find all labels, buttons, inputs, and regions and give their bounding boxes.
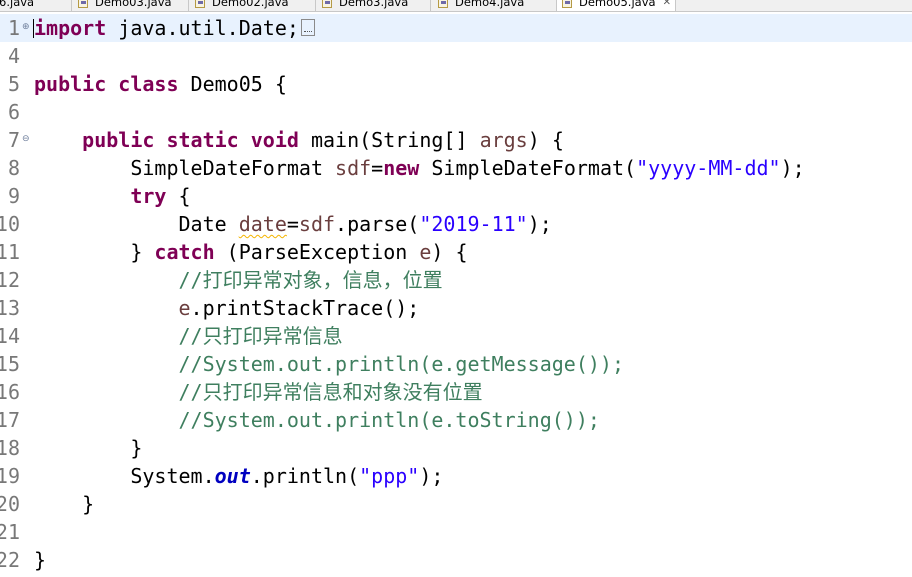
line-number: 20 xyxy=(0,492,20,516)
line-number: 1 xyxy=(7,16,20,40)
line-number: 10 xyxy=(0,212,20,236)
code-line: 8 SimpleDateFormat sdf=new SimpleDateFor… xyxy=(0,154,912,182)
code-line: 18 } xyxy=(0,434,912,462)
code-line: 5 public class Demo05 { xyxy=(0,70,912,98)
line-number: 11 xyxy=(0,240,20,264)
code-line: 12 //打印异常对象，信息，位置 xyxy=(0,266,912,294)
tab-label: Demo05.java xyxy=(579,0,656,9)
code-line: 15 //System.out.println(e.getMessage()); xyxy=(0,350,912,378)
text-caret xyxy=(33,19,34,38)
code-line: 14 //只打印异常信息 xyxy=(0,322,912,350)
tab-label: Demo4.java xyxy=(455,0,525,9)
code-line: 21 xyxy=(0,518,912,546)
tab-demo05-java[interactable]: Demo05.java ✕ xyxy=(556,0,676,11)
code-comment: //System.out.println(e.toString()); xyxy=(34,408,600,432)
tab-label: o6.java xyxy=(0,0,35,9)
java-file-icon xyxy=(195,0,207,8)
tab-demo4-java[interactable]: Demo4.java xyxy=(438,0,524,11)
line-number: 8 xyxy=(7,156,20,180)
line-number: 19 xyxy=(0,464,20,488)
code-line: 13 e.printStackTrace(); xyxy=(0,294,912,322)
tab-label: Demo03.java xyxy=(95,0,172,9)
collapsed-imports-icon[interactable] xyxy=(300,19,315,36)
code-text: System.out.println("ppp"); xyxy=(34,464,444,488)
code-line: 6 xyxy=(0,98,912,126)
code-line: 20 } xyxy=(0,490,912,518)
code-text: } xyxy=(34,492,95,516)
code-text: } xyxy=(34,436,143,460)
code-line: 1 ⊕ import java.util.Date; xyxy=(0,14,912,42)
line-number: 9 xyxy=(7,184,20,208)
code-text: SimpleDateFormat sdf=new SimpleDateForma… xyxy=(34,156,805,180)
tab-demo03-java[interactable]: Demo03.java xyxy=(78,0,172,11)
line-number: 5 xyxy=(7,72,20,96)
tab-separator xyxy=(188,0,189,11)
code-line: 19 System.out.println("ppp"); xyxy=(0,462,912,490)
code-text: import java.util.Date; xyxy=(34,14,315,42)
code-text: public class Demo05 { xyxy=(34,72,287,96)
tab-separator xyxy=(430,0,431,11)
line-number: 6 xyxy=(7,100,20,124)
tab-label: Demo02.java xyxy=(212,0,289,9)
fold-collapse-icon[interactable]: ⊖ xyxy=(22,135,31,144)
tab-o6-java[interactable]: o6.java xyxy=(0,0,34,11)
line-number: 13 xyxy=(0,296,20,320)
line-number: 7 xyxy=(7,128,20,152)
code-line: 10 Date date=sdf.parse("2019-11"); xyxy=(0,210,912,238)
java-file-icon xyxy=(78,0,90,8)
line-number: 21 xyxy=(0,520,20,544)
code-comment: //只打印异常信息 xyxy=(34,324,343,348)
close-icon[interactable]: ✕ xyxy=(663,0,671,8)
code-editor[interactable]: 1 ⊕ import java.util.Date; 4 5 public cl… xyxy=(0,12,912,577)
line-number: 22 xyxy=(0,548,20,572)
code-line: 22 } xyxy=(0,546,912,574)
java-file-icon xyxy=(562,0,574,8)
code-line: 9 try { xyxy=(0,182,912,210)
code-line: 7 ⊖ public static void main(String[] arg… xyxy=(0,126,912,154)
java-file-icon xyxy=(322,0,334,8)
code-comment: //System.out.println(e.getMessage()); xyxy=(34,352,625,376)
fold-expand-icon[interactable]: ⊕ xyxy=(22,23,31,32)
code-text: public static void main(String[] args) { xyxy=(82,128,564,152)
code-comment: //打印异常对象，信息，位置 xyxy=(34,268,443,292)
code-text: } xyxy=(34,548,47,572)
tab-separator xyxy=(71,0,72,11)
code-line: 11 } catch (ParseException e) { xyxy=(0,238,912,266)
tab-label: Demo3.java xyxy=(339,0,409,9)
code-comment: //只打印异常信息和对象没有位置 xyxy=(34,380,483,404)
code-text: Date date=sdf.parse("2019-11"); xyxy=(34,212,552,236)
eclipse-editor-window: o6.java Demo03.java Demo02.java Demo3.ja… xyxy=(0,0,912,577)
line-number: 16 xyxy=(0,380,20,404)
line-number: 18 xyxy=(0,436,20,460)
code-line: 17 //System.out.println(e.toString()); xyxy=(0,406,912,434)
code-line: 16 //只打印异常信息和对象没有位置 xyxy=(0,378,912,406)
unused-variable-warning: date xyxy=(238,212,287,236)
code-line: 4 xyxy=(0,42,912,70)
line-number: 17 xyxy=(0,408,20,432)
tab-separator xyxy=(315,0,316,11)
line-number: 12 xyxy=(0,268,20,292)
code-text: try { xyxy=(130,184,191,208)
line-number: 15 xyxy=(0,352,20,376)
tab-demo02-java[interactable]: Demo02.java xyxy=(195,0,289,11)
code-text: e.printStackTrace(); xyxy=(178,296,420,320)
line-number: 4 xyxy=(7,44,20,68)
tab-demo3-java[interactable]: Demo3.java xyxy=(322,0,408,11)
line-number: 14 xyxy=(0,324,20,348)
editor-tab-bar: o6.java Demo03.java Demo02.java Demo3.ja… xyxy=(0,0,912,12)
java-file-icon xyxy=(438,0,450,8)
code-text: } catch (ParseException e) { xyxy=(34,240,468,264)
